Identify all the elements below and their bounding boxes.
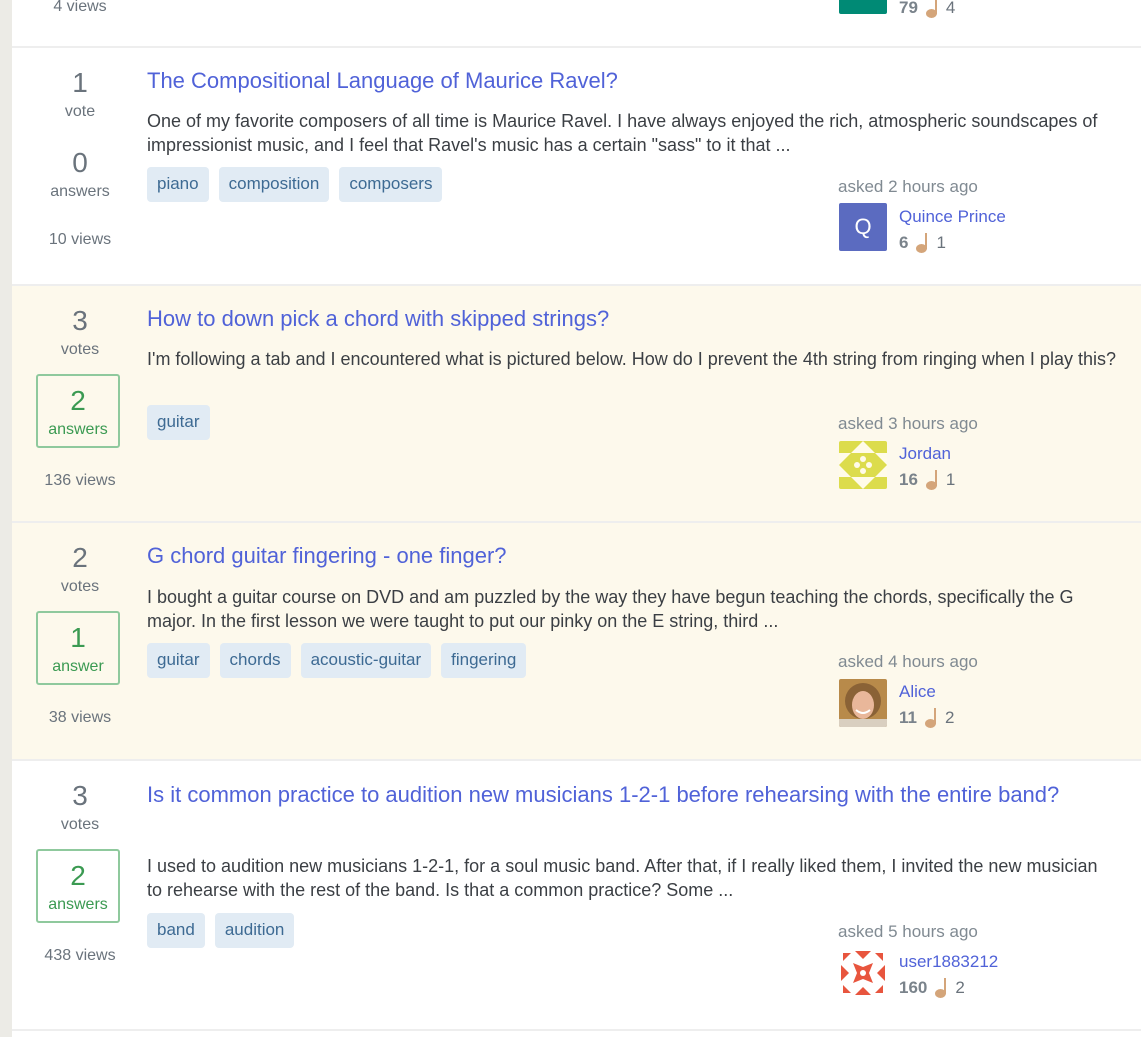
answers-stat-accepted: 2 answers xyxy=(36,374,120,448)
tag-acoustic-guitar[interactable]: acoustic-guitar xyxy=(300,643,432,678)
vote-label: votes xyxy=(60,816,100,833)
question-title-link[interactable]: The Compositional Language of Maurice Ra… xyxy=(147,65,1107,97)
user-name-link[interactable]: user1883212 xyxy=(899,952,998,972)
badge-count: 2 xyxy=(944,708,955,727)
question-title-link[interactable]: Is it common practice to audition new mu… xyxy=(147,779,1087,811)
reputation-score: 160 xyxy=(899,978,928,997)
bronze-badge-icon xyxy=(935,978,947,998)
question-summary: 1 vote 0 answers 10 views The Compositio… xyxy=(12,48,1141,286)
answers-stat-accepted: 2 answers xyxy=(36,849,120,923)
answer-label: answer xyxy=(52,658,104,675)
question-title-link[interactable]: G chord guitar fingering - one finger? xyxy=(147,540,1107,572)
votes-stat: 3 votes xyxy=(36,306,124,360)
user-reputation: 11 2 xyxy=(899,708,954,728)
bronze-badge-icon xyxy=(925,0,938,18)
views-count: 136 views xyxy=(44,472,116,489)
avatar-letter: Q xyxy=(854,214,872,239)
tag-list: guitar xyxy=(147,405,210,440)
answer-label: answers xyxy=(48,896,108,913)
tag-fingering[interactable]: fingering xyxy=(441,643,527,678)
answer-count: 0 xyxy=(72,147,88,178)
question-excerpt: One of my favorite composers of all time… xyxy=(147,111,1098,155)
vote-count: 1 xyxy=(72,67,88,98)
identicon-icon xyxy=(839,441,887,489)
tag-audition[interactable]: audition xyxy=(214,913,295,948)
badge-count: 4 xyxy=(945,0,956,17)
reputation-score: 16 xyxy=(899,470,918,489)
badge-count: 2 xyxy=(955,978,965,997)
answer-label: answers xyxy=(50,183,110,200)
user-reputation: 79 4 xyxy=(899,0,955,18)
question-summary: 3 votes 2 answers 136 views How to down … xyxy=(12,286,1141,523)
question-list: 4 views 79 4 1 vote 0 answers 10 views T… xyxy=(12,0,1141,1037)
avatar[interactable]: Q xyxy=(839,203,887,251)
answers-stat-accepted: 1 answer xyxy=(36,611,120,685)
vote-count: 3 xyxy=(72,780,88,811)
asked-time: asked 2 hours ago xyxy=(838,177,978,196)
avatar[interactable] xyxy=(839,949,887,997)
views-count: 38 views xyxy=(48,709,112,726)
tag-list: piano composition composers xyxy=(147,167,443,202)
answer-count: 2 xyxy=(70,385,86,416)
views-count: 438 views xyxy=(44,947,116,964)
tag-list: guitar chords acoustic-guitar fingering xyxy=(147,643,527,678)
reputation-score: 79 xyxy=(899,0,918,17)
user-reputation: 160 2 xyxy=(899,978,965,998)
asked-time: asked 5 hours ago xyxy=(838,922,978,941)
question-excerpt: I'm following a tab and I encountered wh… xyxy=(147,349,1116,369)
reputation-score: 6 xyxy=(899,233,909,252)
question-excerpt: I bought a guitar course on DVD and am p… xyxy=(147,587,1074,631)
answer-label: answers xyxy=(48,421,108,438)
tag-guitar[interactable]: guitar xyxy=(147,643,210,678)
user-name-link[interactable]: Jordan xyxy=(899,444,951,464)
votes-stat: 1 vote xyxy=(36,68,124,122)
question-summary: 3 votes 2 answers 438 views Is it common… xyxy=(12,761,1141,1031)
tag-composition[interactable]: composition xyxy=(218,167,330,202)
question-summary-partial: 4 views 79 4 xyxy=(12,0,1141,48)
vote-label: votes xyxy=(60,341,100,358)
vote-label: votes xyxy=(60,578,100,595)
views-count: 4 views xyxy=(53,0,107,15)
question-summary: 2 votes 1 answer 38 views G chord guitar… xyxy=(12,523,1141,761)
tag-composers[interactable]: composers xyxy=(339,167,443,202)
tag-piano[interactable]: piano xyxy=(147,167,209,202)
bronze-badge-icon xyxy=(925,470,938,490)
asked-time: asked 3 hours ago xyxy=(838,414,978,433)
user-reputation: 16 1 xyxy=(899,470,955,490)
tag-chords[interactable]: chords xyxy=(219,643,291,678)
bronze-badge-icon xyxy=(916,233,928,253)
vote-count: 2 xyxy=(72,542,88,573)
avatar[interactable] xyxy=(839,679,887,727)
avatar[interactable] xyxy=(839,0,887,14)
user-name-link[interactable]: Alice xyxy=(899,682,936,702)
votes-stat: 3 votes xyxy=(36,781,124,835)
question-excerpt: I used to audition new musicians 1-2-1, … xyxy=(147,856,1098,900)
badge-count: 1 xyxy=(936,233,946,252)
tag-band[interactable]: band xyxy=(147,913,205,948)
user-name-link[interactable]: Quince Prince xyxy=(899,207,1006,227)
vote-count: 3 xyxy=(72,305,88,336)
question-title-link[interactable]: How to down pick a chord with skipped st… xyxy=(147,303,1107,335)
reputation-score: 11 xyxy=(899,708,917,727)
user-reputation: 6 1 xyxy=(899,233,946,253)
vote-label: vote xyxy=(64,103,96,120)
tag-list: band audition xyxy=(147,913,295,948)
answer-count: 1 xyxy=(70,622,86,653)
badge-count: 1 xyxy=(945,470,956,489)
asked-time: asked 4 hours ago xyxy=(838,652,978,671)
answer-count: 2 xyxy=(70,860,86,891)
answers-stat: 0 answers xyxy=(36,148,124,202)
bronze-badge-icon xyxy=(924,708,937,728)
votes-stat: 2 votes xyxy=(36,543,124,597)
avatar[interactable] xyxy=(839,441,887,489)
user-photo-icon xyxy=(839,679,887,727)
tag-guitar[interactable]: guitar xyxy=(147,405,210,440)
identicon-icon xyxy=(839,949,887,997)
views-count: 10 views xyxy=(48,231,112,248)
